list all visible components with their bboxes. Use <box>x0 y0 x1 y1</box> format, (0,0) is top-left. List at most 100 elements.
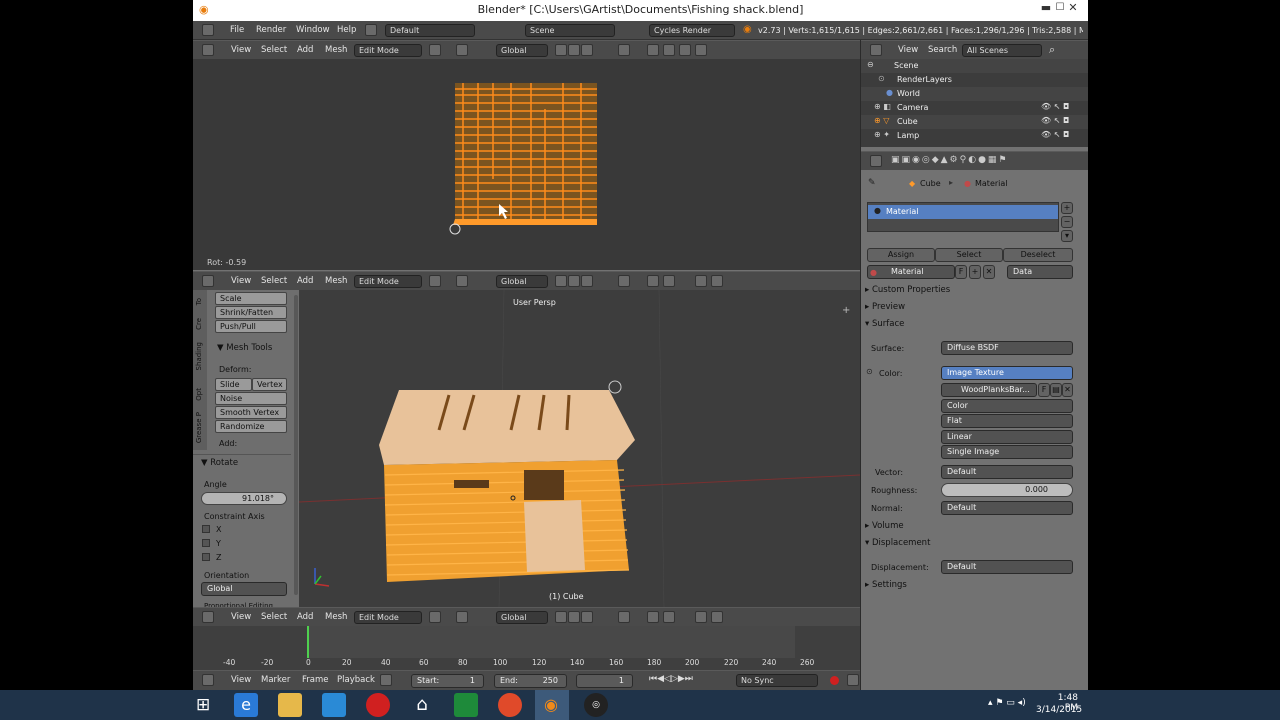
orientation-selector[interactable]: Global <box>496 611 548 624</box>
snap-target-icon[interactable] <box>663 44 675 56</box>
menu-search[interactable]: Search <box>928 45 957 55</box>
timeline[interactable]: -40 -20 0 20 40 60 80 100 120 140 160 18… <box>193 626 860 670</box>
cloud-app-icon[interactable] <box>366 693 390 717</box>
menu-file[interactable]: File <box>230 25 244 35</box>
add-slot-button[interactable]: + <box>1061 202 1073 214</box>
obs-icon[interactable]: ◎ <box>584 693 608 717</box>
menu-view[interactable]: View <box>231 276 251 286</box>
context-tabs-icon[interactable]: ▣▣◉◎◆▲⚙⚲◐●▦⚑ <box>891 155 1009 165</box>
menu-window[interactable]: Window <box>296 25 330 35</box>
vector-input-select[interactable]: Default <box>941 465 1073 479</box>
color-space-select[interactable]: Color <box>941 399 1073 413</box>
shading-icon[interactable] <box>429 611 441 623</box>
proportional-icon[interactable] <box>618 611 630 623</box>
current-frame-marker[interactable] <box>307 626 309 658</box>
menu-marker[interactable]: Marker <box>261 675 290 685</box>
menu-render[interactable]: Render <box>256 25 286 35</box>
editor-type-icon[interactable] <box>202 24 214 36</box>
outliner-row[interactable]: ⊖ Scene <box>861 59 1088 73</box>
menu-add[interactable]: Add <box>297 612 313 622</box>
editor-type-icon[interactable] <box>202 611 214 623</box>
image-datablock[interactable]: WoodPlanksBar... <box>941 383 1037 397</box>
editor-type-icon[interactable] <box>202 674 214 686</box>
pivot-icon[interactable] <box>456 611 468 623</box>
outliner-cube[interactable]: Cube <box>897 117 918 126</box>
render-anim-icon[interactable] <box>711 275 723 287</box>
editor-type-icon[interactable] <box>202 44 214 56</box>
material-slot-item[interactable]: ● Material <box>868 205 1058 219</box>
render-anim-icon[interactable] <box>711 611 723 623</box>
mode-selector[interactable]: Edit Mode <box>354 44 422 57</box>
remove-slot-button[interactable]: − <box>1061 216 1073 228</box>
playback-controls-icon[interactable]: ⏮◀◁▷▶⏭ <box>649 674 693 684</box>
edge-select-icon[interactable] <box>568 44 580 56</box>
outliner-row[interactable]: ⊕ ◧ Camera 👁 ↖ ◘ <box>861 101 1088 115</box>
scene-selector[interactable]: Scene <box>525 24 615 37</box>
snap-icon[interactable] <box>647 275 659 287</box>
color-input-select[interactable]: Image Texture <box>941 366 1073 380</box>
layout-grid-icon[interactable] <box>365 24 377 36</box>
push-pull-button[interactable]: Push/Pull <box>215 320 287 333</box>
outliner-renderlayers[interactable]: RenderLayers <box>897 75 952 84</box>
outliner-scene[interactable]: Scene <box>894 61 918 70</box>
outliner-row[interactable]: ⊙ RenderLayers <box>861 73 1088 87</box>
randomize-button[interactable]: Randomize <box>215 420 287 433</box>
assign-button[interactable]: Assign <box>867 248 935 262</box>
shading-icon[interactable] <box>429 275 441 287</box>
displacement-input-select[interactable]: Default <box>941 560 1073 574</box>
proportional-icon[interactable] <box>618 44 630 56</box>
render-icon[interactable] <box>679 44 691 56</box>
file-explorer-icon[interactable] <box>278 693 302 717</box>
vertex-select-icon[interactable] <box>555 275 567 287</box>
face-select-icon[interactable] <box>581 275 593 287</box>
sync-mode-select[interactable]: No Sync <box>736 674 818 687</box>
menu-view[interactable]: View <box>231 675 251 685</box>
visibility-icon[interactable]: 👁 ↖ ◘ <box>1041 116 1069 125</box>
menu-view[interactable]: View <box>231 612 251 622</box>
panel-volume[interactable]: ▸ Volume <box>865 521 1075 536</box>
visibility-icon[interactable]: 👁 ↖ ◘ <box>1041 102 1069 111</box>
menu-playback[interactable]: Playback <box>337 675 375 685</box>
render-icon[interactable] <box>695 611 707 623</box>
outliner-row[interactable]: ⊕ ▽ Cube 👁 ↖ ◘ <box>861 115 1088 129</box>
outliner-lamp[interactable]: Lamp <box>897 131 919 140</box>
render-engine-select[interactable]: Cycles Render <box>649 24 735 37</box>
constraint-x-checkbox[interactable] <box>202 525 210 533</box>
material-slot-list[interactable]: ● Material <box>867 202 1059 232</box>
start-icon[interactable]: ⊞ <box>196 695 210 715</box>
3d-viewport[interactable]: User Persp (1) Cube + <box>299 290 860 608</box>
outliner-world[interactable]: World <box>897 89 920 98</box>
current-frame-field[interactable]: 1 <box>576 674 633 688</box>
start-frame-field[interactable]: Start: 1 <box>411 674 484 688</box>
display-mode-select[interactable]: All Scenes <box>962 44 1042 57</box>
uv-editor-viewport[interactable]: Rot: -0.59 <box>193 59 860 270</box>
render-icon[interactable] <box>695 275 707 287</box>
menu-frame[interactable]: Frame <box>302 675 328 685</box>
surface-shader-select[interactable]: Diffuse BSDF <box>941 341 1073 355</box>
tab-grease-pencil[interactable]: Grease P <box>195 412 203 443</box>
vertex-select-icon[interactable] <box>555 44 567 56</box>
tray-icons[interactable]: ▴ ⚑ ▭ ◂) <box>988 698 1026 708</box>
roughness-field[interactable]: 0.000 <box>941 483 1073 497</box>
proportional-icon[interactable] <box>618 275 630 287</box>
close-icon[interactable]: ✕ <box>1060 0 1086 18</box>
slide-vertex-button[interactable]: Vertex <box>252 378 287 391</box>
visibility-icon[interactable]: 👁 ↖ ◘ <box>1041 130 1069 139</box>
snap-icon[interactable] <box>647 611 659 623</box>
menu-help[interactable]: Help <box>337 25 356 35</box>
face-select-icon[interactable] <box>581 611 593 623</box>
snap-icon[interactable] <box>647 44 659 56</box>
shrink-fatten-button[interactable]: Shrink/Fatten <box>215 306 287 319</box>
slide-edge-button[interactable]: Slide Ed <box>215 378 252 400</box>
menu-add[interactable]: Add <box>297 45 313 55</box>
menu-add[interactable]: Add <box>297 276 313 286</box>
outliner-row[interactable]: ⊕ ✦ Lamp 👁 ↖ ◘ <box>861 129 1088 143</box>
mesh-tools-title[interactable]: ▼ Mesh Tools <box>217 343 272 353</box>
image-fake-user-button[interactable]: F <box>1038 383 1050 397</box>
pin-icon[interactable]: ✎ <box>868 178 876 188</box>
edge-select-icon[interactable] <box>568 275 580 287</box>
snap-target-icon[interactable] <box>663 275 675 287</box>
editor-type-icon[interactable] <box>202 275 214 287</box>
link-type-select[interactable]: Data <box>1007 265 1073 279</box>
mode-selector[interactable]: Edit Mode <box>354 275 422 288</box>
